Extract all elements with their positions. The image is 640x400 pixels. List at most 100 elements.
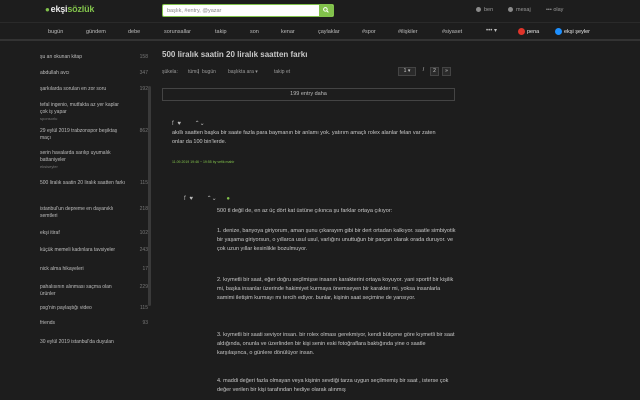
nav-item-sorunsallar[interactable]: sorunsallar xyxy=(164,29,191,35)
events-label: olay xyxy=(553,7,564,13)
pena-icon xyxy=(518,28,525,35)
logo-text-accent: sözlük xyxy=(67,4,95,14)
sidebar-topic-title: küçük memeli kadınlara tavsiyeler xyxy=(40,247,116,253)
nav-item-iliskiler[interactable]: #ilişkiler xyxy=(398,29,418,35)
sidebar-topic-item[interactable]: nick alma hikayeleri 17 xyxy=(40,266,148,273)
sidebar-topic-item[interactable]: 30 eylül 2019 istanbul'da duyulan xyxy=(40,339,148,346)
profile-label: ben xyxy=(484,7,494,13)
events-link[interactable]: ••• olay xyxy=(546,7,563,13)
user-icon xyxy=(476,7,481,12)
message-link[interactable]: mesaj xyxy=(508,7,531,13)
nav-item-takip[interactable]: takip xyxy=(215,29,227,35)
vote-icons[interactable]: ⌃⌄ xyxy=(195,121,205,127)
nav-item-spor[interactable]: #spor xyxy=(362,29,376,35)
sidebar-topic-item[interactable]: serin havalarda sarılıp uyumalık battani… xyxy=(40,150,148,169)
sidebar-topic-title: şu an okunan kitap xyxy=(40,54,82,60)
nav-item-debe[interactable]: debe xyxy=(128,29,140,35)
sidebar-scrollbar[interactable] xyxy=(148,86,151,306)
sidebar-topic-count: 218 xyxy=(139,206,148,212)
nav-more-button[interactable]: ••• ▾ xyxy=(486,27,497,34)
sidebar-topic-count: 158 xyxy=(139,54,148,60)
top-bar: ●ekşisözlük ben mesaj ••• olay xyxy=(0,0,640,20)
sidebar-topic-title: friends xyxy=(40,320,56,326)
sidebar-topic-title: 29 eylül 2019 trabzonspor beşiktaş maçı xyxy=(40,128,118,141)
sidebar-topic-title: abdullah avcı xyxy=(40,70,70,76)
search-box xyxy=(162,4,334,17)
sidebar-topic-title: nick alma hikayeleri xyxy=(40,266,84,272)
page-separator: / xyxy=(422,67,425,73)
favorite-icon[interactable]: ● xyxy=(226,196,230,202)
site-logo[interactable]: ●ekşisözlük xyxy=(45,4,94,14)
follow-topic[interactable]: takip et xyxy=(274,69,290,75)
sidebar-topic-item[interactable]: ekşi itiraf 102 xyxy=(40,230,148,237)
twitter-icon[interactable]: ♥ xyxy=(189,196,193,202)
nav-item-gundem[interactable]: gündem xyxy=(86,29,106,35)
facebook-icon[interactable]: f xyxy=(172,121,174,127)
show-more-entries-button[interactable]: 199 entry daha xyxy=(162,88,455,101)
sidebar-topic-item[interactable]: pahalısının alınması saçma olan ürünler 2… xyxy=(40,284,148,298)
pena-link[interactable]: pena xyxy=(518,28,539,35)
sidebar-topic-item[interactable]: tefal ingenio, mutfakta az yer kaplar ço… xyxy=(40,102,148,121)
sidebar-topic-title: istanbul'un depreme en dayanıklı semtler… xyxy=(40,206,114,219)
entry-2-actions: f ♥ ⌃⌄ ● xyxy=(184,195,230,202)
nav-item-kenar[interactable]: kenar xyxy=(281,29,295,35)
entry-2-p4: 3. kıymetli bir saati seviyor insan. bir… xyxy=(217,332,455,356)
sidebar-topic-source: eksiseyler xyxy=(40,164,58,169)
eksi-seyler-link[interactable]: ekşi şeyler xyxy=(555,28,590,35)
sidebar-topic-item[interactable]: 500 liralık saatin 20 liralık saatten fa… xyxy=(40,180,148,187)
entry-1-text: akıllı saatten başka bir saate fazla par… xyxy=(172,130,436,145)
topic-title[interactable]: 500 liralık saatin 20 liralık saatten fa… xyxy=(162,50,307,59)
sidebar-topic-item[interactable]: abdullah avcı 347 xyxy=(40,70,148,77)
sidebar-topic-item[interactable]: şu an okunan kitap 158 xyxy=(40,54,148,61)
sidebar-topic-count: 192 xyxy=(139,86,148,92)
leaf-icon: ● xyxy=(45,5,50,14)
sidebar-topic-item[interactable]: psg'nin paylaştığı video 115 xyxy=(40,305,148,312)
nav-item-son[interactable]: son xyxy=(250,29,259,35)
sidebar-topic-count: 115 xyxy=(140,180,148,186)
more-dots-icon: ••• xyxy=(486,28,493,34)
sidebar-topic-item[interactable]: şarkılarda sorulan en zor soru 192 xyxy=(40,86,148,93)
sidebar-topic-item[interactable]: 29 eylül 2019 trabzonspor beşiktaş maçı 8… xyxy=(40,128,148,142)
twitter-icon[interactable]: ♥ xyxy=(177,121,181,127)
sidebar-topic-count: 347 xyxy=(139,70,148,76)
sidebar-topic-item[interactable]: friends 93 xyxy=(40,320,148,327)
eksi-seyler-icon xyxy=(555,28,562,35)
entry-2-p3: 2. kıymetli bir saat, eğer doğru seçilmi… xyxy=(217,277,454,301)
sidebar-topic-count: 229 xyxy=(139,284,148,290)
nav-item-caylaklar[interactable]: çaylaklar xyxy=(318,29,340,35)
search-button[interactable] xyxy=(319,5,333,16)
sidebar-topic-title: 30 eylül 2019 istanbul'da duyulan xyxy=(40,339,114,345)
sidebar-topic-title: şarkılarda sorulan en zor soru xyxy=(40,86,107,92)
sidebar-topic-title: serin havalarda sarılıp uyumalık battani… xyxy=(40,150,111,163)
entry-2-p2: 1. denize, banyoya giriyorum, aman şunu … xyxy=(217,228,456,252)
entry-1-author[interactable]: 11.09.2019 19:46 ~ 19:55 by vefik mahir xyxy=(172,160,234,164)
entry-1-actions: f ♥ ⌃⌄ xyxy=(172,120,205,127)
page-total[interactable]: 2 xyxy=(430,67,439,76)
page-current: 1 xyxy=(403,68,407,74)
facebook-icon[interactable]: f xyxy=(184,196,186,202)
vote-icons[interactable]: ⌃⌄ xyxy=(207,196,217,202)
nav-item-bugun[interactable]: bugün xyxy=(48,29,63,35)
sidebar-topic-title: 500 liralık saatin 20 liralık saatten fa… xyxy=(40,180,126,186)
sidebar-topic-title: psg'nin paylaştığı video xyxy=(40,305,92,311)
sidebar-topic-source: sponsorlu xyxy=(40,116,58,121)
profile-link[interactable]: ben xyxy=(476,7,493,13)
page-select[interactable]: 1 ▾ xyxy=(398,67,416,76)
next-page-button[interactable]: » xyxy=(442,67,451,76)
search-in-topic-label: başlıkta ara xyxy=(228,69,254,75)
sidebar-topic-count: 243 xyxy=(139,247,148,253)
sort-label: şükela: xyxy=(162,69,178,75)
sidebar-topic-item[interactable]: küçük memeli kadınlara tavsiyeler 243 xyxy=(40,247,148,254)
sort-today[interactable]: bugün xyxy=(202,69,216,75)
message-label: mesaj xyxy=(516,7,531,13)
entry-2-p5: 4. maddi değeri fazla olmayan veya kişin… xyxy=(217,378,449,393)
topic-nav-bar: bugün gündem debe sorunsallar takip son … xyxy=(0,22,640,41)
sort-separator: | xyxy=(198,69,200,75)
eksi-seyler-label: ekşi şeyler xyxy=(564,29,590,35)
nav-item-siyaset[interactable]: #siyaset xyxy=(442,29,462,35)
sidebar-topic-count: 93 xyxy=(142,320,148,326)
search-input[interactable] xyxy=(163,5,311,16)
search-in-topic[interactable]: başlıkta ara ▾ xyxy=(228,69,258,75)
sidebar-topic-item[interactable]: istanbul'un depreme en dayanıklı semtler… xyxy=(40,206,148,220)
logo-text-main: ekşi xyxy=(50,4,68,14)
